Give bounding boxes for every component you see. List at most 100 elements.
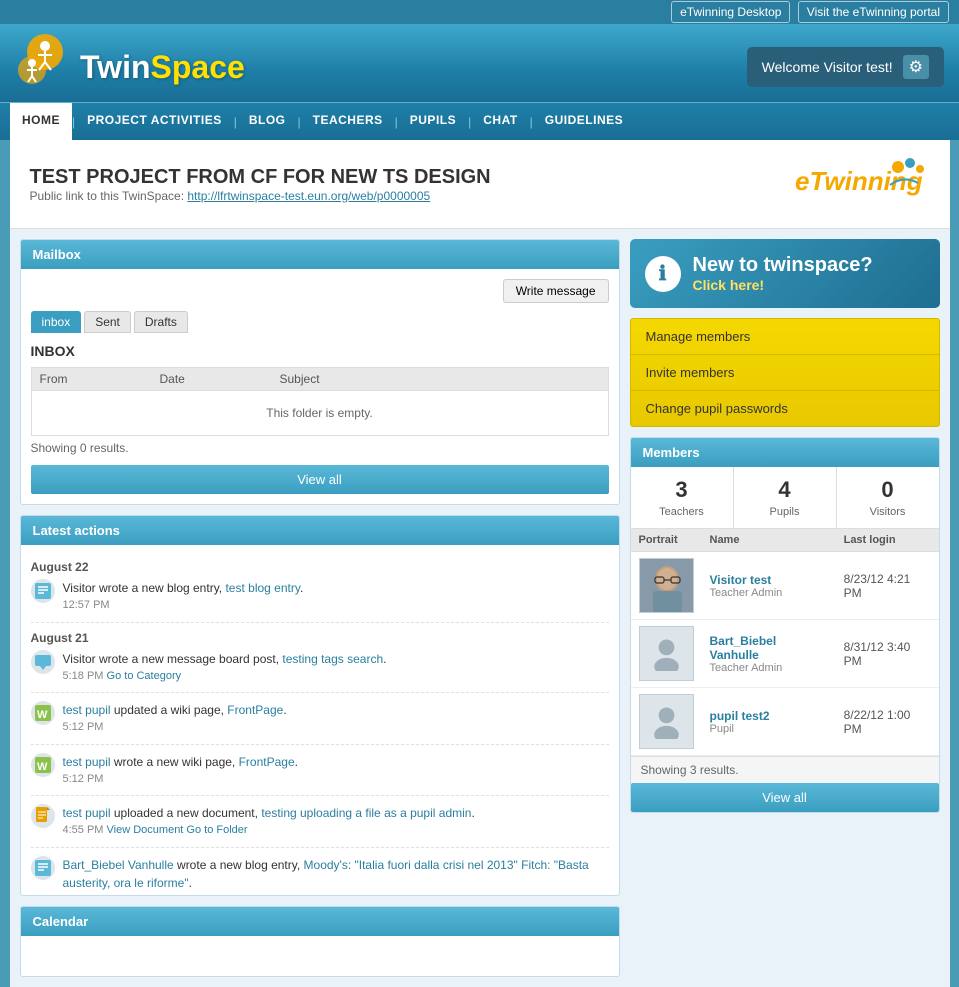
action-item: W test pupil updated a wiki page, FrontP…	[31, 701, 609, 745]
latest-actions-header: Latest actions	[21, 516, 619, 545]
action-link[interactable]: test pupil	[63, 703, 111, 717]
member-info: Visitor test Teacher Admin	[702, 552, 836, 620]
twinspace-logo-icon	[10, 32, 80, 102]
write-message-button[interactable]: Write message	[503, 279, 609, 303]
action-item: Visitor wrote a new blog entry, test blo…	[31, 579, 609, 623]
action-link[interactable]: testing tags search	[282, 652, 383, 666]
welcome-box: Welcome Visitor test! ⚙	[747, 47, 944, 87]
col-last-login: Last login	[836, 529, 939, 552]
action-icon-message	[31, 650, 55, 674]
member-last-login: 8/22/12 1:00 PM	[836, 688, 939, 756]
content-area: Mailbox Write message inbox Sent Drafts …	[10, 229, 950, 987]
action-link[interactable]: test blog entry	[225, 581, 299, 595]
action-text: Bart_Biebel Vanhulle wrote a new blog en…	[63, 856, 609, 896]
nav-project-activities[interactable]: PROJECT ACTIVITIES	[75, 103, 234, 140]
action-link[interactable]: test pupil	[63, 806, 111, 820]
new-to-twinspace-banner[interactable]: ℹ New to twinspace? Click here!	[630, 239, 940, 308]
view-all-members-button[interactable]: View all	[631, 783, 939, 812]
action-item: test pupil uploaded a new document, test…	[31, 804, 609, 848]
logo-twin: Twin	[80, 49, 151, 85]
project-title: TEST PROJECT FROM CF FOR NEW TS DESIGN	[30, 166, 491, 189]
gear-icon[interactable]: ⚙	[903, 55, 929, 79]
welcome-text: Welcome Visitor test!	[762, 59, 893, 75]
action-text: Visitor wrote a new blog entry, test blo…	[63, 579, 304, 614]
member-portrait	[631, 552, 702, 620]
mailbox-tabs: inbox Sent Drafts	[31, 311, 609, 333]
member-row: Bart_Biebel Vanhulle Teacher Admin 8/31/…	[631, 620, 939, 688]
mailbox-body: Write message inbox Sent Drafts INBOX Fr…	[21, 269, 619, 504]
member-row: pupil test2 Pupil 8/22/12 1:00 PM	[631, 688, 939, 756]
empty-message: This folder is empty.	[31, 391, 609, 436]
svg-text:W: W	[37, 761, 48, 773]
etwinning-logo-area: eTwinning	[790, 155, 930, 213]
nav-guidelines[interactable]: GUIDELINES	[533, 103, 635, 140]
action-icon-document	[31, 804, 55, 828]
action-link[interactable]: FrontPage	[227, 703, 283, 717]
inbox-table-header: From Date Subject	[31, 367, 609, 391]
col-name: Name	[702, 529, 836, 552]
public-link-url[interactable]: http://lfrtwinspace-test.eun.org/web/p00…	[187, 189, 430, 203]
inbox-title: INBOX	[31, 343, 609, 359]
member-role: Teacher Admin	[710, 587, 828, 599]
showing-results: Showing 0 results.	[31, 436, 609, 460]
pupils-count: 4 Pupils	[734, 467, 837, 528]
teachers-number: 3	[636, 477, 728, 503]
member-last-login: 8/31/12 3:40 PM	[836, 620, 939, 688]
action-doc-link[interactable]: View Document Go to Folder	[107, 824, 248, 836]
pupils-label: Pupils	[770, 506, 800, 518]
action-item: Visitor wrote a new message board post, …	[31, 650, 609, 694]
manage-members-item[interactable]: Manage members	[631, 319, 939, 355]
action-link[interactable]: test pupil	[63, 755, 111, 769]
action-text: Visitor wrote a new message board post, …	[63, 650, 387, 685]
logo-space: Space	[151, 49, 245, 85]
nav-home[interactable]: HOME	[10, 103, 72, 140]
member-last-login: 8/23/12 4:21 PM	[836, 552, 939, 620]
main-container: TEST PROJECT FROM CF FOR NEW TS DESIGN P…	[10, 140, 950, 987]
action-link[interactable]: Bart_Biebel Vanhulle	[63, 858, 174, 872]
new-to-ts-text: New to twinspace? Click here!	[693, 254, 873, 293]
member-info: pupil test2 Pupil	[702, 688, 836, 756]
action-link[interactable]: FrontPage	[239, 755, 295, 769]
action-text: test pupil uploaded a new document, test…	[63, 804, 475, 839]
action-link[interactable]: testing uploading a file as a pupil admi…	[261, 806, 471, 820]
visit-portal-link[interactable]: Visit the eTwinning portal	[798, 1, 949, 23]
visitors-number: 0	[842, 477, 934, 503]
nav-bar: HOME | PROJECT ACTIVITIES | BLOG | TEACH…	[0, 102, 959, 140]
member-name[interactable]: Visitor test	[710, 573, 828, 587]
logo-text: TwinSpace	[80, 49, 245, 86]
member-avatar	[639, 558, 694, 613]
tab-inbox[interactable]: inbox	[31, 311, 82, 333]
member-avatar-placeholder	[639, 694, 694, 749]
visitors-label: Visitors	[870, 506, 906, 518]
nav-teachers[interactable]: TEACHERS	[301, 103, 395, 140]
svg-text:W: W	[37, 709, 48, 721]
action-icon-blog	[31, 579, 55, 603]
action-category-link[interactable]: Go to Category	[107, 670, 182, 682]
mailbox-toolbar: Write message	[31, 279, 609, 303]
public-link-label: Public link to this TwinSpace:	[30, 189, 185, 203]
view-all-messages-button[interactable]: View all	[31, 465, 609, 494]
tab-sent[interactable]: Sent	[84, 311, 131, 333]
etwinning-desktop-link[interactable]: eTwinning Desktop	[671, 1, 790, 23]
latest-actions-body: August 22 Visitor wrote a new blog entry…	[21, 545, 619, 895]
action-icon-wiki: W	[31, 701, 55, 725]
invite-members-item[interactable]: Invite members	[631, 355, 939, 391]
tab-drafts[interactable]: Drafts	[134, 311, 188, 333]
member-name[interactable]: Bart_Biebel Vanhulle	[710, 634, 828, 662]
member-name[interactable]: pupil test2	[710, 709, 828, 723]
pupils-number: 4	[739, 477, 831, 503]
showing-members-count: Showing 3 results.	[631, 756, 939, 783]
date-group-aug22: August 22	[31, 560, 609, 574]
action-item: Bart_Biebel Vanhulle wrote a new blog en…	[31, 856, 609, 896]
action-text: test pupil updated a wiki page, FrontPag…	[63, 701, 287, 736]
nav-chat[interactable]: CHAT	[471, 103, 529, 140]
member-role: Teacher Admin	[710, 662, 828, 674]
change-passwords-item[interactable]: Change pupil passwords	[631, 391, 939, 426]
action-icon-wiki: W	[31, 753, 55, 777]
action-item: W test pupil wrote a new wiki page, Fron…	[31, 753, 609, 797]
members-section: Members 3 Teachers 4 Pupils 0 Visitors	[630, 437, 940, 813]
member-row: Visitor test Teacher Admin 8/23/12 4:21 …	[631, 552, 939, 620]
nav-pupils[interactable]: PUPILS	[398, 103, 468, 140]
teachers-count: 3 Teachers	[631, 467, 734, 528]
nav-blog[interactable]: BLOG	[237, 103, 298, 140]
